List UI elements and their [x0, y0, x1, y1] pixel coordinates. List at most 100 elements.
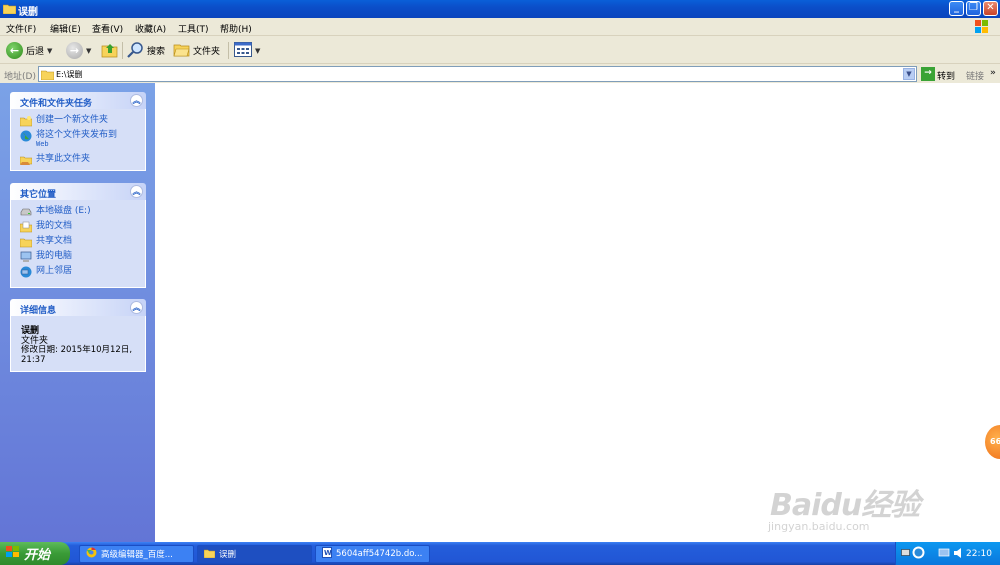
folders-button[interactable]: 文件夹 [173, 40, 220, 61]
folder-icon [19, 236, 33, 248]
taskbar-item-explorer[interactable]: 误删 [197, 545, 312, 563]
place-shared-documents[interactable]: 共享文档 [19, 236, 73, 248]
panel-title: 详细信息 [20, 306, 57, 316]
links-label[interactable]: 链接 [966, 69, 984, 82]
details-body: 误删 文件夹 修改日期: 2015年10月12日, 21:37 [10, 316, 146, 372]
forward-button[interactable]: → ▼ [66, 40, 91, 61]
views-button[interactable]: ▼ [234, 40, 260, 61]
details-panel: 详细信息 ︽ 误删 文件夹 修改日期: 2015年10月12日, 21:37 [10, 299, 146, 372]
go-button[interactable]: 转到 [937, 69, 955, 82]
task-publish-web[interactable]: 将这个文件夹发布到 Web [20, 130, 117, 148]
details-header[interactable]: 详细信息 ︽ [10, 299, 146, 316]
place-label: 我的文档 [36, 221, 73, 231]
watermark-url: jingyan.baidu.com [768, 520, 870, 533]
minimize-button[interactable]: _ [949, 1, 964, 16]
menu-favorites[interactable]: 收藏(A) [135, 22, 166, 35]
menu-file[interactable]: 文件(F) [6, 22, 36, 35]
collapse-icon[interactable]: ︽ [130, 94, 143, 107]
place-my-documents[interactable]: 我的文档 [19, 221, 73, 233]
watermark-logo: Baidu经验 [770, 488, 920, 523]
close-button[interactable]: ✕ [983, 1, 998, 16]
documents-folder-icon [19, 221, 33, 233]
menu-bar: 文件(F) 编辑(E) 查看(V) 收藏(A) 工具(T) 帮助(H) [0, 18, 1000, 36]
network-tray-icon[interactable] [938, 547, 950, 562]
chevron-down-icon[interactable]: ▼ [47, 47, 52, 55]
folder-icon [203, 548, 216, 561]
up-button[interactable] [101, 40, 118, 61]
place-my-computer[interactable]: 我的电脑 [20, 251, 72, 263]
address-value: E:\误删 [56, 70, 83, 79]
place-network[interactable]: 网上邻居 [20, 266, 72, 278]
search-icon [127, 41, 144, 61]
place-label: 网上邻居 [36, 266, 73, 276]
keyboard-icon[interactable] [901, 549, 910, 559]
chevron-right-icon[interactable]: » [990, 68, 996, 78]
taskbar-item-label: 高级编辑器_百度... [101, 550, 173, 560]
chevron-down-icon[interactable]: ▼ [255, 47, 260, 55]
explorer-window: 误删 _ ❐ ✕ 文件(F) 编辑(E) 查看(V) 收藏(A) 工具(T) 帮… [0, 0, 1000, 542]
forward-arrow-icon: → [66, 42, 83, 59]
taskbar-item-browser[interactable]: 高级编辑器_百度... [79, 545, 194, 563]
search-label: 搜索 [147, 47, 166, 57]
toolbar-separator [122, 42, 123, 59]
chevron-down-icon[interactable]: ▼ [903, 68, 915, 80]
back-arrow-icon: ← [6, 42, 23, 59]
file-tasks-panel: 文件和文件夹任务 ︽ 创建一个新文件夹 将这个文件夹发布到 Web 共享此文件夹 [10, 92, 146, 171]
taskbar: 开始 高级编辑器_百度... 误删 W 5604aff54742b.do... … [0, 542, 1000, 565]
back-label: 后退 [26, 47, 45, 57]
menu-edit[interactable]: 编辑(E) [50, 22, 81, 35]
file-tasks-header[interactable]: 文件和文件夹任务 ︽ [10, 92, 146, 109]
task-text: 将这个文件夹发布到 Web [36, 130, 117, 148]
detail-modified: 修改日期: 2015年10月12日, 21:37 [21, 345, 133, 365]
clock[interactable]: 22:10 [966, 549, 992, 559]
file-tasks-body: 创建一个新文件夹 将这个文件夹发布到 Web 共享此文件夹 [10, 109, 146, 171]
search-button[interactable]: 搜索 [127, 40, 165, 61]
other-places-body: 本地磁盘 (E:) 我的文档 共享文档 我的电脑 网上邻居 [10, 200, 146, 288]
menu-tools[interactable]: 工具(T) [178, 22, 209, 35]
svg-text:W: W [324, 549, 332, 557]
folders-label: 文件夹 [193, 47, 221, 57]
volume-icon[interactable] [953, 547, 963, 562]
window-title: 误删 [18, 7, 38, 18]
taskbar-item-label: 误删 [219, 550, 237, 560]
address-input[interactable]: E:\误删 ▼ [38, 66, 917, 82]
place-label: 我的电脑 [36, 251, 73, 261]
new-folder-icon [19, 115, 33, 127]
ime-icon[interactable] [912, 546, 925, 562]
start-label: 开始 [24, 548, 51, 563]
windows-logo-icon [972, 19, 992, 35]
folder-up-icon [101, 41, 118, 61]
computer-icon [20, 251, 32, 263]
start-button[interactable]: 开始 [0, 542, 70, 565]
task-sublabel: Web [36, 140, 49, 148]
menu-view[interactable]: 查看(V) [92, 22, 123, 35]
place-local-disk[interactable]: 本地磁盘 (E:) [20, 206, 91, 218]
browser-icon [86, 547, 97, 561]
panel-title: 其它位置 [20, 190, 57, 200]
task-pane: 文件和文件夹任务 ︽ 创建一个新文件夹 将这个文件夹发布到 Web 共享此文件夹… [0, 83, 155, 542]
place-label: 共享文档 [36, 236, 73, 246]
place-label: 本地磁盘 (E:) [36, 206, 91, 216]
chevron-down-icon[interactable]: ▼ [86, 47, 91, 55]
taskbar-item-label: 5604aff54742b.do... [336, 549, 423, 559]
menu-help[interactable]: 帮助(H) [220, 22, 252, 35]
other-places-header[interactable]: 其它位置 ︽ [10, 183, 146, 200]
task-new-folder[interactable]: 创建一个新文件夹 [19, 115, 109, 127]
file-list-area[interactable] [155, 83, 1000, 542]
address-bar: 地址(D) E:\误删 ▼ → 转到 链接 » [0, 65, 1000, 83]
restore-button[interactable]: ❐ [966, 1, 981, 16]
taskbar-item-document[interactable]: W 5604aff54742b.do... [315, 545, 430, 563]
word-document-icon: W [322, 547, 332, 561]
collapse-icon[interactable]: ︽ [130, 185, 143, 198]
task-label: 共享此文件夹 [36, 154, 91, 164]
back-button[interactable]: ← 后退 ▼ [6, 40, 52, 61]
toolbar-separator [228, 42, 229, 59]
task-label: 创建一个新文件夹 [36, 115, 109, 125]
globe-icon [20, 130, 32, 142]
title-bar[interactable]: 误删 _ ❐ ✕ [0, 0, 1000, 18]
go-arrow-icon[interactable]: → [921, 67, 935, 81]
task-share-folder[interactable]: 共享此文件夹 [19, 154, 91, 166]
task-label: 将这个文件夹发布到 [36, 130, 118, 140]
folder-icon [40, 69, 55, 83]
collapse-icon[interactable]: ︽ [130, 301, 143, 314]
